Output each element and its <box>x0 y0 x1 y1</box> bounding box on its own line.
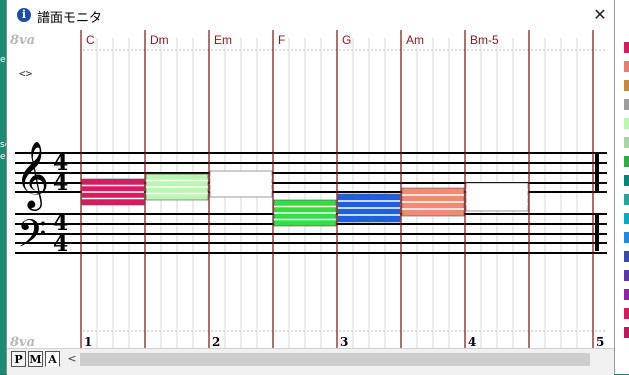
palette-swatch[interactable] <box>624 156 629 167</box>
palette-swatch[interactable] <box>624 80 629 91</box>
color-palette-panel <box>614 0 629 374</box>
palette-swatch[interactable] <box>624 327 629 338</box>
measure-numbers: 1 2 3 4 5 <box>84 335 604 348</box>
chord-label: Dm <box>150 33 169 47</box>
title-bar[interactable]: i 譜面モニタ ✕ <box>7 0 614 30</box>
palette-swatch[interactable] <box>624 213 629 224</box>
palette-swatch[interactable] <box>624 232 629 243</box>
end-bar-treble <box>595 154 599 192</box>
palette-swatch[interactable] <box>624 251 629 262</box>
end-bar-bass <box>595 213 599 251</box>
treble-clef-icon: 𝄞 <box>15 140 49 211</box>
chord-block <box>465 182 529 212</box>
chord-label: F <box>278 33 285 47</box>
measure-number: 5 <box>596 335 604 348</box>
chord-label: G <box>342 33 351 47</box>
chord-labels: C Dm Em F G Am Bm-5 <box>86 33 499 47</box>
palette-swatch[interactable] <box>624 61 629 72</box>
bottom-bar: P M A < <box>7 348 614 375</box>
palette-swatch[interactable] <box>624 118 629 129</box>
chord-label: Em <box>214 33 232 47</box>
score-view[interactable]: 8va 8va <> C Dm Em F G Am Bm-5 1 2 3 4 5 𝄞 𝄢 4 4 4… <box>7 30 614 348</box>
chord-label: Am <box>406 33 424 47</box>
palette-swatch[interactable] <box>624 137 629 148</box>
chord-label: C <box>86 33 95 47</box>
mode-p-button[interactable]: P <box>11 351 26 367</box>
measure-number: 4 <box>468 335 476 348</box>
palette-swatch[interactable] <box>624 42 629 53</box>
treble-time-denominator: 4 <box>53 170 68 196</box>
chord-block <box>401 187 465 217</box>
mode-m-button[interactable]: M <box>28 351 43 367</box>
measure-number: 2 <box>212 335 220 348</box>
chord-block <box>273 199 337 227</box>
bass-time-denominator: 4 <box>53 231 68 257</box>
chord-block <box>209 170 273 198</box>
palette-swatch[interactable] <box>624 175 629 186</box>
bass-clef-icon: 𝄢 <box>17 211 47 265</box>
scrollbar-thumb[interactable] <box>80 353 590 366</box>
chord-block <box>337 193 401 223</box>
octave-mark-bottom: 8va <box>10 335 35 348</box>
octave-mark-top: 8va <box>10 33 35 48</box>
score-canvas: 8va 8va <> C Dm Em F G Am Bm-5 1 2 3 4 5 𝄞 𝄢 4 4 4… <box>10 30 607 348</box>
palette-swatch[interactable] <box>624 289 629 300</box>
measure-number: 3 <box>340 335 348 348</box>
horizontal-scrollbar[interactable] <box>80 353 612 366</box>
scroll-left-arrow-icon[interactable]: < <box>65 352 79 366</box>
palette-swatch[interactable] <box>624 99 629 110</box>
chord-block <box>81 178 145 206</box>
chord-label: Bm-5 <box>470 33 499 47</box>
score-monitor-window: i 譜面モニタ ✕ 8va 8va <> C Dm Em F G Am Bm-5 1 2 3 4 5… <box>6 0 614 375</box>
mode-a-button[interactable]: A <box>45 351 60 367</box>
info-icon: i <box>17 8 31 22</box>
nav-toggle[interactable]: <> <box>19 67 33 80</box>
palette-swatch[interactable] <box>624 308 629 319</box>
palette-swatch[interactable] <box>624 270 629 281</box>
close-button[interactable]: ✕ <box>589 4 611 26</box>
chord-block <box>145 173 209 201</box>
measure-number: 1 <box>84 335 92 348</box>
window-title: 譜面モニタ <box>37 11 103 26</box>
palette-swatch[interactable] <box>624 194 629 205</box>
